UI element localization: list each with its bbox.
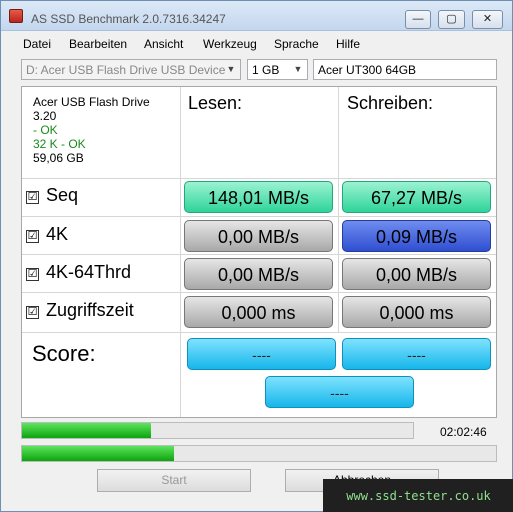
menu-bar: Datei Bearbeiten Ansicht Werkzeug Sprach…	[1, 32, 512, 54]
seq-write-result: 67,27 MB/s	[342, 181, 491, 213]
score-read: ----	[187, 338, 336, 370]
row-label-cell: ☑ Zugriffszeit	[22, 293, 181, 333]
close-button[interactable]: ✕	[472, 10, 503, 29]
results-grid: Acer USB Flash Drive 3.20 - OK 32 K - OK…	[21, 86, 497, 418]
title-bar[interactable]: AS SSD Benchmark 2.0.7316.34247 — ▢ ✕	[1, 1, 512, 31]
drive-model: Acer USB Flash Drive	[33, 95, 150, 109]
device-select[interactable]: D: Acer USB Flash Drive USB Device ▼	[21, 59, 241, 80]
firmware-version: 3.20	[33, 109, 57, 123]
elapsed-time: 02:02:46	[440, 425, 487, 439]
row-label: 4K-64Thrd	[46, 262, 132, 282]
window-title: AS SSD Benchmark 2.0.7316.34247	[31, 12, 226, 26]
access-read-result: 0,000 ms	[184, 296, 333, 328]
menu-ansicht[interactable]: Ansicht	[144, 37, 183, 51]
app-icon	[9, 9, 23, 23]
access-time-checkbox[interactable]: ☑ Zugriffszeit	[26, 300, 134, 321]
progress-bar-total	[21, 445, 497, 462]
drive-info: Acer USB Flash Drive 3.20 - OK 32 K - OK…	[33, 95, 150, 165]
4k-read-result: 0,00 MB/s	[184, 220, 333, 252]
progress-fill	[22, 446, 174, 461]
menu-datei[interactable]: Datei	[23, 37, 51, 51]
4k-checkbox[interactable]: ☑ 4K	[26, 224, 68, 245]
drive-info-cell: Acer USB Flash Drive 3.20 - OK 32 K - OK…	[22, 87, 181, 179]
progress-fill	[22, 423, 152, 438]
row-label: 4K	[46, 224, 69, 244]
menu-sprache[interactable]: Sprache	[274, 37, 319, 51]
row-label: Zugriffszeit	[46, 300, 134, 320]
drive-capacity: 59,06 GB	[33, 151, 84, 165]
checkbox-icon: ☑	[26, 268, 39, 281]
app-window: AS SSD Benchmark 2.0.7316.34247 — ▢ ✕ Da…	[0, 0, 513, 512]
menu-hilfe[interactable]: Hilfe	[336, 37, 360, 51]
access-write-result: 0,000 ms	[342, 296, 491, 328]
score-total: ----	[265, 376, 414, 408]
checkbox-icon: ☑	[26, 230, 39, 243]
4k64-write-result: 0,00 MB/s	[342, 258, 491, 290]
size-select[interactable]: 1 GB ▼	[247, 59, 308, 80]
score-write: ----	[342, 338, 491, 370]
4k64-checkbox[interactable]: ☑ 4K-64Thrd	[26, 262, 131, 283]
menu-bearbeiten[interactable]: Bearbeiten	[69, 37, 127, 51]
maximize-button[interactable]: ▢	[438, 10, 465, 29]
device-select-value: D: Acer USB Flash Drive USB Device	[26, 63, 226, 77]
seq-read-result: 148,01 MB/s	[184, 181, 333, 213]
4k-write-result: 0,09 MB/s	[342, 220, 491, 252]
drive-name-input[interactable]: Acer UT300 64GB	[313, 59, 497, 80]
seq-checkbox[interactable]: ☑ Seq	[26, 185, 78, 206]
read-header-cell: Lesen:	[181, 87, 339, 179]
watermark: www.ssd-tester.co.uk	[323, 479, 513, 512]
chevron-down-icon: ▼	[226, 64, 236, 74]
chevron-down-icon: ▼	[293, 64, 303, 74]
minimize-button[interactable]: —	[405, 10, 431, 29]
read-header: Lesen:	[188, 93, 243, 113]
4k64-read-result: 0,00 MB/s	[184, 258, 333, 290]
menu-werkzeug[interactable]: Werkzeug	[203, 37, 257, 51]
score-label: Score:	[32, 341, 96, 366]
alignment-status: 32 K - OK	[33, 137, 86, 151]
checkbox-icon: ☑	[26, 306, 39, 319]
write-header: Schreiben:	[347, 93, 434, 113]
row-label-cell: ☑ 4K-64Thrd	[22, 255, 181, 293]
row-label-cell: ☑ 4K	[22, 217, 181, 255]
score-label-cell: Score:	[22, 333, 181, 417]
checkbox-icon: ☑	[26, 191, 39, 204]
write-header-cell: Schreiben:	[339, 87, 496, 179]
progress-bar-current	[21, 422, 414, 439]
row-label: Seq	[46, 185, 79, 205]
size-select-value: 1 GB	[252, 63, 280, 77]
start-button[interactable]: Start	[97, 469, 251, 492]
driver-status: - OK	[33, 123, 58, 137]
row-label-cell: ☑ Seq	[22, 179, 181, 217]
